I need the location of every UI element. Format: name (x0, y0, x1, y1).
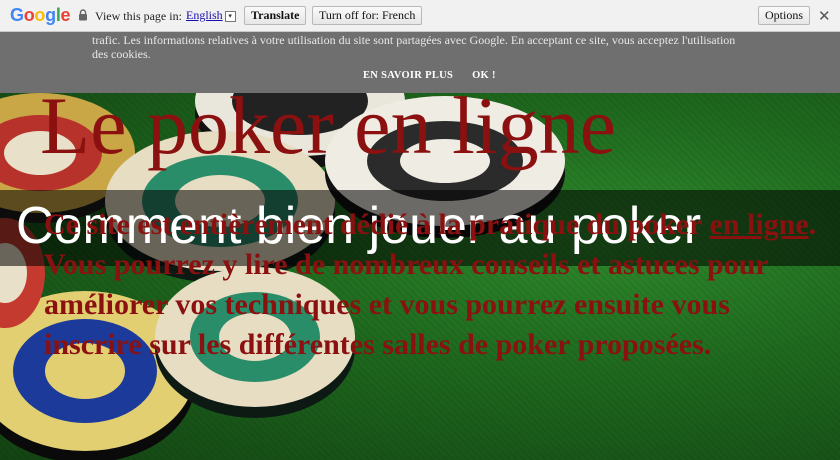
en-ligne-link[interactable]: en ligne (710, 208, 809, 241)
page-title: Le poker en ligne (40, 93, 617, 171)
lock-icon (79, 9, 87, 21)
cookie-text: trafic. Les informations relatives à vot… (92, 33, 736, 61)
logo-letter: G (10, 5, 24, 25)
logo-letter: e (60, 5, 71, 25)
cookie-banner: trafic. Les informations relatives à vot… (0, 32, 840, 93)
options-button[interactable]: Options (758, 6, 811, 25)
learn-more-link[interactable]: EN SAVOIR PLUS (363, 70, 453, 81)
google-logo: Google (10, 5, 71, 26)
hero-section: Le poker en ligne Comment bien jouer au … (0, 93, 840, 460)
turn-off-button[interactable]: Turn off for: French (312, 6, 423, 25)
logo-letter: g (45, 5, 56, 25)
google-translate-bar: Google View this page in: English ▾ Trans… (0, 0, 840, 32)
ok-button[interactable]: OK ! (472, 70, 496, 81)
language-select[interactable]: English ▾ (186, 8, 236, 23)
intro-paragraph: Ce site est entièrement dédié à la prati… (44, 205, 824, 365)
chevron-down-icon: ▾ (224, 10, 236, 22)
view-page-label: View this page in: (95, 9, 182, 23)
translate-button[interactable]: Translate (244, 6, 307, 25)
logo-letter: o (23, 5, 35, 25)
cookie-actions: EN SAVOIR PLUS OK ! (363, 70, 512, 81)
logo-letter: o (34, 5, 46, 25)
close-icon[interactable]: ✕ (818, 7, 831, 25)
intro-text: Ce site est entièrement dédié à la prati… (44, 208, 710, 241)
language-value: English (186, 8, 223, 22)
